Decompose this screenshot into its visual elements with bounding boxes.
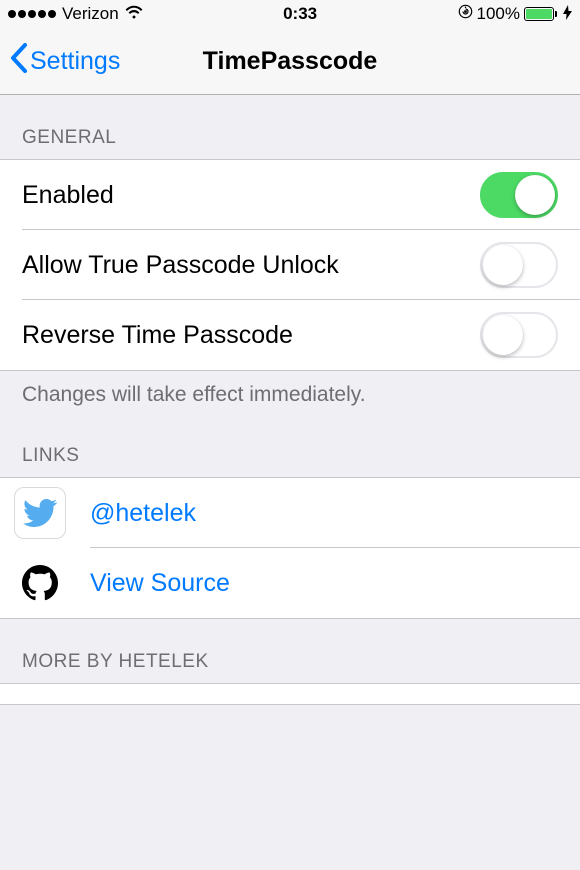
back-button[interactable]: Settings xyxy=(10,43,120,80)
links-list: @hetelek View Source xyxy=(0,477,580,619)
wifi-icon xyxy=(125,4,143,24)
navigation-bar: Settings TimePasscode xyxy=(0,28,580,95)
chevron-left-icon xyxy=(10,43,28,80)
row-label: Allow True Passcode Unlock xyxy=(22,251,339,280)
row-enabled: Enabled xyxy=(0,160,580,230)
status-bar: Verizon 0:33 100% xyxy=(0,0,580,28)
link-label: @hetelek xyxy=(90,499,196,528)
section-header-general: GENERAL xyxy=(0,95,580,159)
page-title: TimePasscode xyxy=(203,47,378,76)
signal-strength-icon xyxy=(8,10,56,18)
section-header-more: MORE BY HETELEK xyxy=(0,619,580,683)
section-footer-general: Changes will take effect immediately. xyxy=(0,371,580,413)
status-left: Verizon xyxy=(8,4,143,24)
toggle-allow-true-passcode[interactable] xyxy=(480,242,558,288)
charging-icon xyxy=(563,5,572,23)
general-list: Enabled Allow True Passcode Unlock Rever… xyxy=(0,159,580,371)
row-reverse-time-passcode: Reverse Time Passcode xyxy=(0,300,580,370)
clock-label: 0:33 xyxy=(283,4,317,24)
link-label: View Source xyxy=(90,569,230,598)
status-right: 100% xyxy=(458,4,572,24)
carrier-label: Verizon xyxy=(62,4,119,24)
back-label: Settings xyxy=(30,47,120,76)
row-label: Enabled xyxy=(22,181,114,210)
battery-percent-label: 100% xyxy=(477,4,520,24)
github-icon xyxy=(14,557,66,609)
toggle-enabled[interactable] xyxy=(480,172,558,218)
toggle-reverse-time-passcode[interactable] xyxy=(480,312,558,358)
section-header-links: LINKS xyxy=(0,413,580,477)
link-twitter[interactable]: @hetelek xyxy=(0,478,580,548)
link-github[interactable]: View Source xyxy=(0,548,580,618)
rotation-lock-icon xyxy=(458,4,473,24)
row-label: Reverse Time Passcode xyxy=(22,321,293,350)
twitter-icon xyxy=(14,487,66,539)
list-item[interactable] xyxy=(0,684,580,704)
more-list xyxy=(0,683,580,705)
row-allow-true-passcode: Allow True Passcode Unlock xyxy=(0,230,580,300)
battery-icon xyxy=(524,7,557,21)
